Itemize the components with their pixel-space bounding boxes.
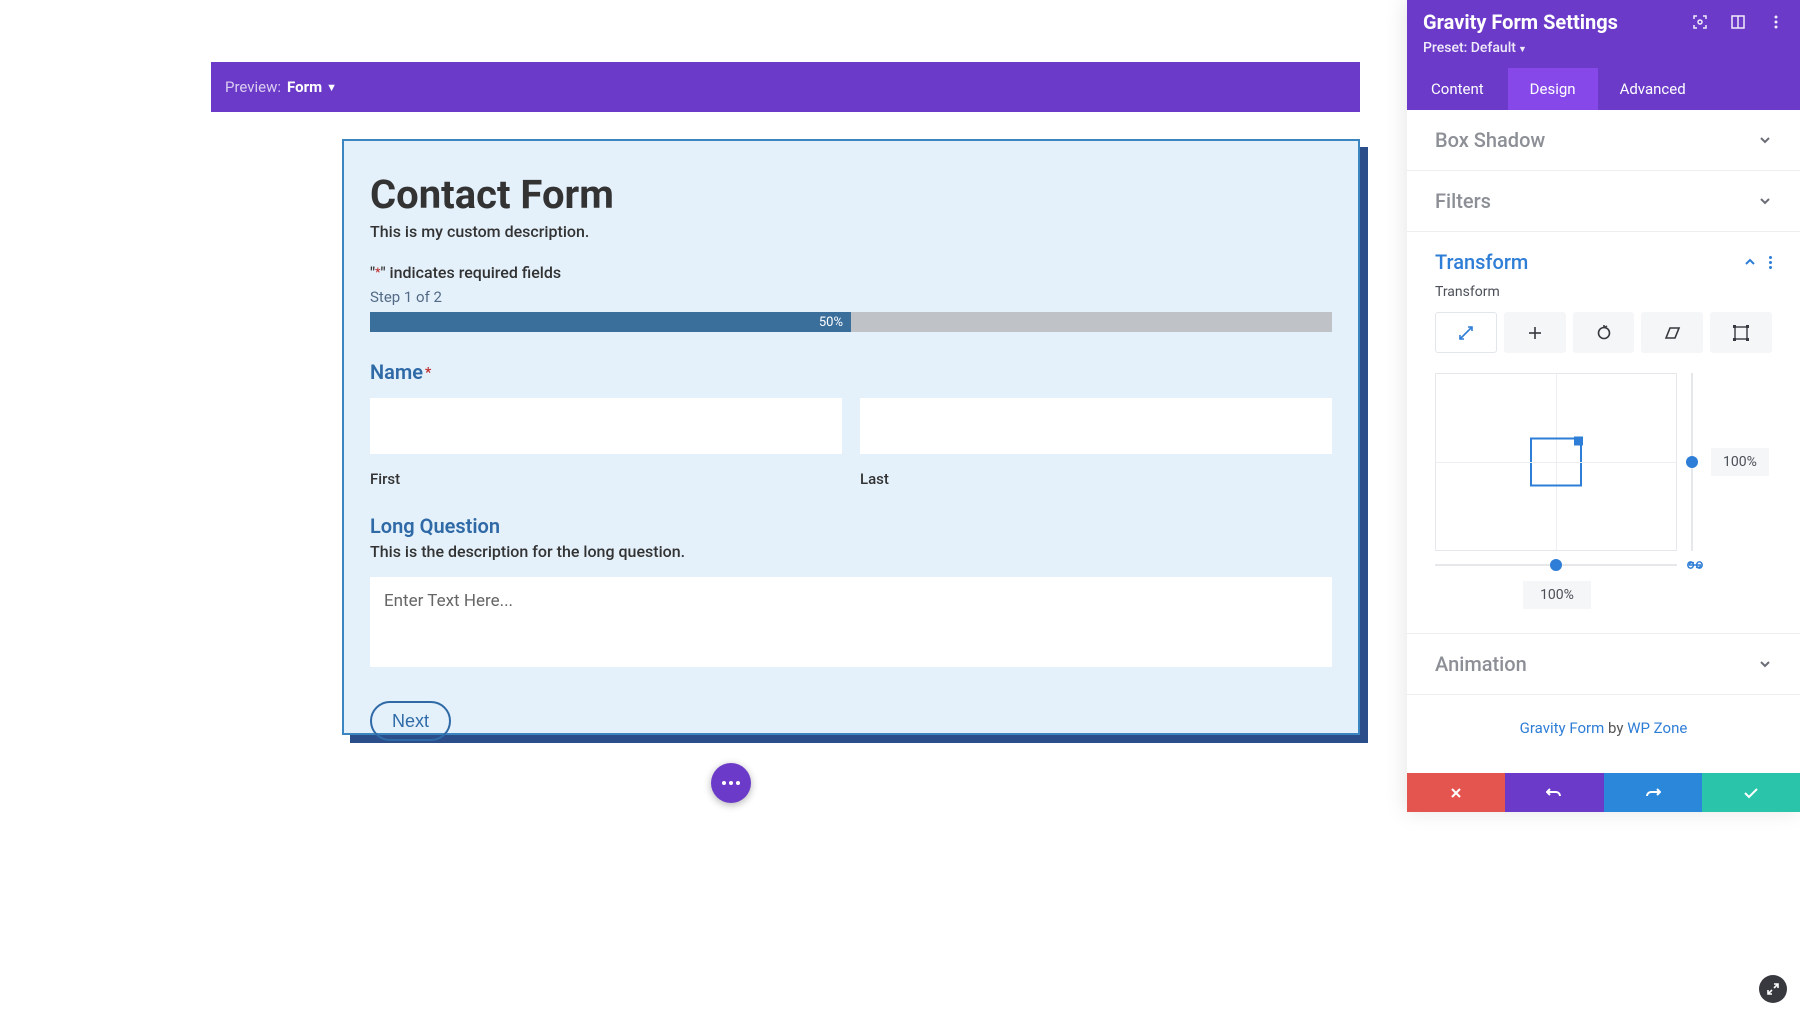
save-button[interactable] <box>1702 773 1800 812</box>
sections-scroll[interactable]: Box Shadow Filters Transform Transform <box>1407 110 1800 773</box>
caret-down-icon[interactable]: ▼ <box>326 81 337 94</box>
redo-button[interactable] <box>1604 773 1702 812</box>
preset-selector[interactable]: Preset: Default▼ <box>1423 40 1784 56</box>
kebab-icon[interactable] <box>1768 14 1784 30</box>
transform-translate-tab[interactable] <box>1504 312 1566 353</box>
scale-x-value[interactable]: 100% <box>1523 581 1591 609</box>
step-indicator: Step 1 of 2 <box>370 288 1332 306</box>
last-name-sublabel: Last <box>860 470 1332 488</box>
columns-icon[interactable] <box>1730 14 1746 30</box>
panel-tabs: Content Design Advanced <box>1407 68 1800 110</box>
cancel-button[interactable] <box>1407 773 1505 812</box>
chevron-down-icon <box>1758 133 1772 147</box>
scale-x-slider[interactable] <box>1435 564 1677 566</box>
long-question-textarea[interactable] <box>370 577 1332 667</box>
form-description: This is my custom description. <box>370 222 1332 241</box>
transform-scale-tab[interactable] <box>1435 312 1497 353</box>
last-name-input[interactable] <box>860 398 1332 454</box>
link-axes-icon[interactable] <box>1687 559 1703 571</box>
credit-line: Gravity Form by WP Zone <box>1407 695 1800 765</box>
credit-link-wpzone[interactable]: WP Zone <box>1627 719 1687 737</box>
preview-label: Preview: <box>225 78 281 96</box>
transform-skew-tab[interactable] <box>1641 312 1703 353</box>
focus-icon[interactable] <box>1692 14 1708 30</box>
transform-rotate-tab[interactable] <box>1573 312 1635 353</box>
first-name-sublabel: First <box>370 470 842 488</box>
chevron-down-icon <box>1758 194 1772 208</box>
form-preview: Contact Form This is my custom descripti… <box>342 139 1360 735</box>
transform-origin-tab[interactable] <box>1710 312 1772 353</box>
chevron-up-icon <box>1743 255 1757 269</box>
transform-preview[interactable] <box>1435 373 1677 551</box>
preview-bar: Preview: Form ▼ <box>211 62 1360 112</box>
scale-y-value[interactable]: 100% <box>1711 448 1769 476</box>
chevron-down-icon <box>1758 657 1772 671</box>
undo-button[interactable] <box>1505 773 1603 812</box>
first-name-input[interactable] <box>370 398 842 454</box>
scale-y-slider[interactable] <box>1691 373 1693 551</box>
section-kebab-icon[interactable] <box>1769 256 1772 269</box>
required-legend: "*" indicates required fields <box>370 263 1332 282</box>
next-button[interactable]: Next <box>370 701 451 741</box>
progress-fill: 50% <box>370 312 851 332</box>
tab-design[interactable]: Design <box>1508 68 1598 110</box>
tab-content[interactable]: Content <box>1407 68 1508 110</box>
section-filters[interactable]: Filters <box>1407 171 1800 232</box>
transform-controls: Transform <box>1407 284 1800 633</box>
section-animation[interactable]: Animation <box>1407 633 1800 695</box>
expand-panel-button[interactable] <box>1759 975 1787 1003</box>
panel-title: Gravity Form Settings <box>1423 10 1692 34</box>
section-transform[interactable]: Transform <box>1407 232 1800 280</box>
long-question-description: This is the description for the long que… <box>370 542 1332 561</box>
section-box-shadow[interactable]: Box Shadow <box>1407 110 1800 171</box>
credit-link-gravity[interactable]: Gravity Form <box>1520 719 1605 737</box>
progress-bar: 50% <box>370 312 1332 332</box>
asterisk-icon: * <box>375 265 380 279</box>
long-question-label: Long Question <box>370 514 1332 538</box>
preview-mode[interactable]: Form <box>287 78 322 96</box>
settings-panel: Gravity Form Settings Preset: Default▼ C… <box>1407 0 1800 812</box>
transform-handle[interactable] <box>1530 438 1582 487</box>
name-field-label: Name* <box>370 360 1332 384</box>
panel-header: Gravity Form Settings Preset: Default▼ <box>1407 0 1800 68</box>
tab-advanced[interactable]: Advanced <box>1598 68 1708 110</box>
floating-actions-button[interactable] <box>711 763 751 803</box>
form-title: Contact Form <box>370 171 1332 218</box>
required-asterisk-icon: * <box>425 365 431 381</box>
transform-option-label: Transform <box>1435 284 1772 300</box>
panel-footer <box>1407 773 1800 812</box>
